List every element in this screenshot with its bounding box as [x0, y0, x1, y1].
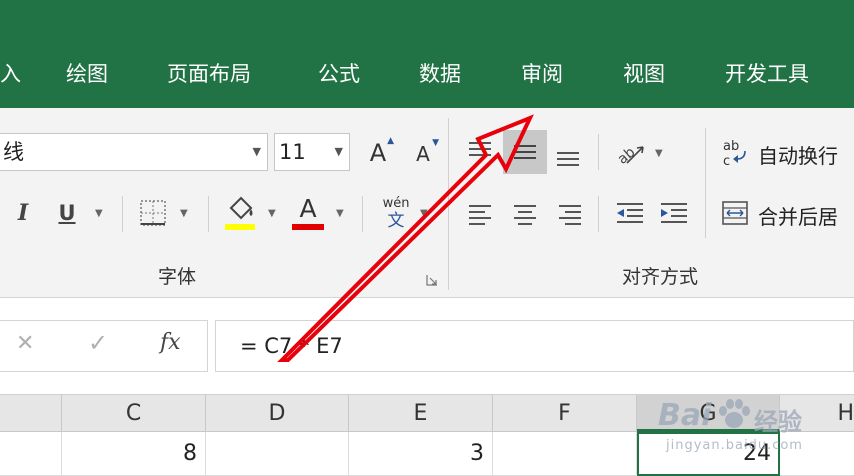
- chevron-down-icon[interactable]: ▼: [336, 208, 344, 219]
- fill-color-button[interactable]: [222, 192, 258, 232]
- font-size-combo[interactable]: 11 ▼: [274, 133, 350, 171]
- column-header-partial[interactable]: [0, 395, 62, 432]
- formula-input[interactable]: = C7 * E7: [215, 320, 854, 372]
- chevron-down-icon[interactable]: ▼: [420, 208, 428, 219]
- decrease-indent-icon: [617, 203, 643, 223]
- tab-insert-partial[interactable]: 入: [0, 60, 21, 88]
- wrap-text-icon: ab c: [720, 136, 750, 170]
- shrink-font-icon: A: [416, 142, 430, 166]
- tab-review[interactable]: 审阅: [521, 60, 563, 88]
- divider: [362, 196, 363, 232]
- tab-developer[interactable]: 开发工具: [725, 60, 809, 88]
- merge-center-button[interactable]: 合并后居: [758, 201, 838, 230]
- watermark-suffix: 经验: [754, 408, 802, 436]
- svg-text:ab: ab: [723, 139, 739, 154]
- phonetic-top-text: wén: [382, 196, 410, 211]
- border-icon: [140, 200, 166, 226]
- tab-draw[interactable]: 绘图: [66, 60, 108, 88]
- chevron-down-icon[interactable]: ▼: [253, 134, 261, 170]
- divider: [598, 134, 599, 170]
- column-header-e[interactable]: E: [349, 395, 493, 432]
- align-top-button[interactable]: [462, 134, 498, 170]
- align-right-icon: [559, 205, 581, 225]
- increase-indent-button[interactable]: [656, 198, 692, 230]
- font-color-swatch: [292, 224, 324, 230]
- confirm-icon[interactable]: ✓: [88, 329, 108, 357]
- phonetic-guide-button[interactable]: wén 文: [376, 194, 416, 234]
- column-header-d[interactable]: D: [206, 395, 349, 432]
- font-name-value: 线: [3, 140, 24, 164]
- cancel-icon[interactable]: ✕: [16, 331, 34, 356]
- group-divider: [448, 118, 449, 290]
- increase-indent-icon: [661, 203, 687, 223]
- align-left-button[interactable]: [462, 198, 498, 230]
- divider: [208, 196, 209, 232]
- wrap-text-button[interactable]: 自动换行: [758, 140, 838, 169]
- caret-down-icon: ▼: [432, 138, 439, 148]
- formula-buttons: ✕ ✓ fx: [0, 320, 208, 372]
- cell[interactable]: [0, 432, 62, 476]
- paw-icon: [719, 399, 750, 428]
- align-center-icon: [514, 205, 536, 225]
- text-orientation-icon: ab: [615, 144, 644, 167]
- font-color-icon: A: [299, 194, 317, 223]
- chevron-down-icon[interactable]: ▼: [335, 134, 343, 170]
- align-bottom-icon: [557, 152, 579, 166]
- underline-button[interactable]: U: [54, 196, 80, 230]
- tab-data[interactable]: 数据: [419, 60, 461, 88]
- font-size-value: 11: [279, 140, 306, 164]
- watermark-url: jingyan.baidu.com: [666, 438, 803, 453]
- tab-formulas[interactable]: 公式: [318, 60, 360, 88]
- chevron-down-icon[interactable]: ▼: [180, 208, 188, 219]
- cell-e[interactable]: 3: [349, 432, 493, 476]
- grow-font-icon: A: [369, 139, 387, 167]
- font-name-combo[interactable]: 线 ▼: [0, 133, 268, 171]
- insert-function-button[interactable]: fx: [160, 330, 181, 355]
- chevron-down-icon[interactable]: ▼: [655, 148, 663, 159]
- font-group-label: 字体: [158, 266, 197, 288]
- align-bottom-button[interactable]: [550, 136, 586, 172]
- decrease-indent-button[interactable]: [612, 198, 648, 230]
- italic-button[interactable]: I: [10, 196, 36, 230]
- merge-center-icon: [720, 198, 750, 228]
- orientation-button[interactable]: ab: [610, 134, 650, 170]
- tab-view[interactable]: 视图: [623, 60, 665, 88]
- paint-bucket-icon: [225, 196, 255, 230]
- align-middle-button[interactable]: [503, 130, 547, 174]
- divider: [122, 196, 123, 232]
- border-button[interactable]: [138, 198, 168, 228]
- column-header-c[interactable]: C: [62, 395, 206, 432]
- align-middle-icon: [514, 145, 536, 159]
- cell-c[interactable]: 8: [62, 432, 206, 476]
- phonetic-char-icon: 文: [387, 211, 405, 231]
- svg-text:c: c: [723, 154, 730, 169]
- alignment-group-label: 对齐方式: [622, 266, 699, 288]
- cell-f[interactable]: [493, 432, 637, 476]
- watermark: Bai 经验 jingyan.baidu.com: [640, 388, 830, 468]
- align-right-button[interactable]: [552, 198, 588, 230]
- chevron-down-icon[interactable]: ▼: [268, 208, 276, 219]
- font-color-button[interactable]: A: [290, 192, 326, 232]
- align-left-icon: [469, 205, 491, 225]
- shrink-font-button[interactable]: A ▼: [407, 136, 439, 172]
- tab-page-layout[interactable]: 页面布局: [167, 60, 251, 88]
- align-top-icon: [469, 142, 491, 156]
- chevron-down-icon[interactable]: ▼: [95, 208, 103, 219]
- dialog-launcher-icon[interactable]: [424, 272, 440, 288]
- cell-d[interactable]: [206, 432, 349, 476]
- divider: [598, 196, 599, 232]
- align-center-button[interactable]: [507, 198, 543, 230]
- ribbon-tab-bar: 入 绘图 页面布局 公式 数据 审阅 视图 开发工具: [0, 0, 854, 108]
- caret-up-icon: ▲: [387, 136, 394, 146]
- grow-font-button[interactable]: A ▲: [362, 134, 394, 172]
- watermark-brand: Bai: [658, 398, 712, 433]
- divider: [705, 128, 706, 238]
- column-header-f[interactable]: F: [493, 395, 637, 432]
